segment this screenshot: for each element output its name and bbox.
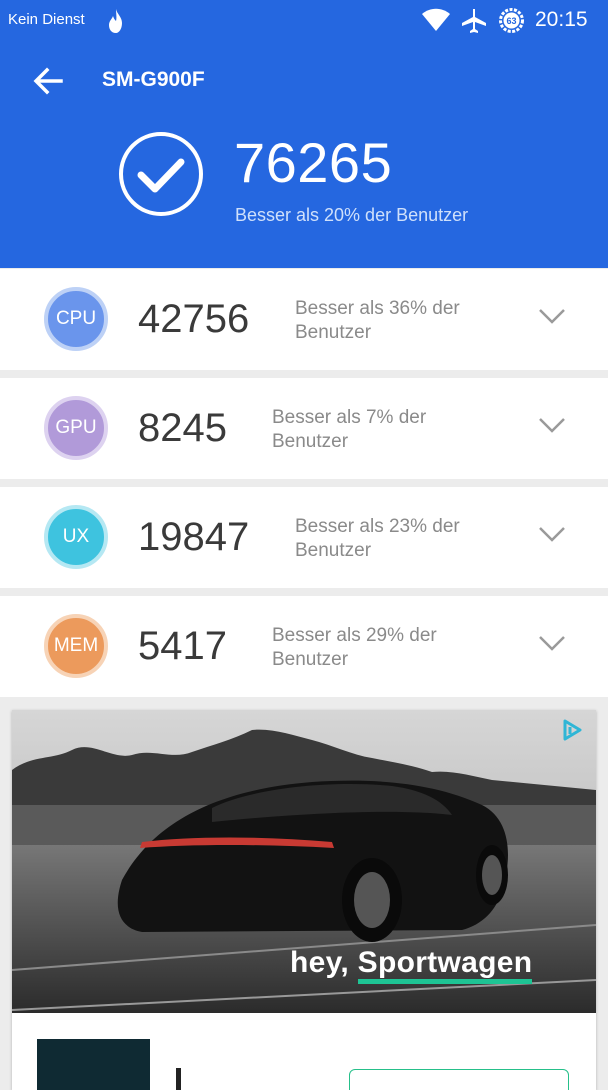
gpu-badge: GPU [44, 396, 108, 460]
ad-tagline-prefix: hey, [290, 946, 358, 979]
cpu-badge: CPU [44, 287, 108, 351]
score-row-cpu[interactable]: CPU 42756 Besser als 36% der Benutzer [0, 269, 608, 370]
wifi-icon [422, 8, 450, 31]
device-title: SM-G900F [102, 68, 205, 91]
ad-headline-glyph [176, 1068, 181, 1090]
score-row-mem[interactable]: MEM 5417 Besser als 29% der Benutzer [0, 596, 608, 697]
total-score: 76265 [234, 131, 393, 194]
mem-score: 5417 [138, 624, 227, 668]
chevron-down-icon[interactable] [538, 634, 566, 652]
cpu-score: 42756 [138, 297, 250, 341]
back-arrow-icon [33, 67, 63, 95]
carrier-label: Kein Dienst [8, 11, 85, 28]
chevron-down-icon[interactable] [538, 307, 566, 325]
chevron-down-icon[interactable] [538, 525, 566, 543]
cpu-percentile: Besser als 36% der Benutzer [295, 298, 460, 343]
mem-percentile: Besser als 29% der Benutzer [272, 625, 437, 670]
ux-score: 19847 [138, 515, 250, 559]
ad-tagline: hey, Sportwagen [290, 946, 533, 984]
app-header: Kein Dienst 63 20:15 SM-G900F 76265 Bess… [0, 0, 608, 268]
gpu-percentile: Besser als 7% der Benutzer [272, 407, 427, 452]
chevron-down-icon[interactable] [538, 416, 566, 434]
battery-level-text: 63 [506, 16, 516, 26]
gpu-score: 8245 [138, 406, 227, 450]
score-row-gpu[interactable]: GPU 8245 Besser als 7% der Benutzer [0, 378, 608, 479]
checkmark-circle-icon [119, 132, 203, 216]
status-bar: Kein Dienst 63 20:15 [0, 0, 608, 42]
ad-banner[interactable]: hey, Sportwagen [12, 710, 596, 1090]
status-time: 20:15 [535, 8, 588, 31]
ad-tagline-highlight: Sportwagen [357, 946, 533, 984]
airplane-mode-icon [462, 9, 486, 33]
ad-advertiser-logo [37, 1039, 150, 1090]
score-row-ux[interactable]: UX 19847 Besser als 23% der Benutzer [0, 487, 608, 588]
ux-badge: UX [44, 505, 108, 569]
total-score-subtitle: Besser als 20% der Benutzer [235, 205, 469, 225]
mem-badge: MEM [44, 614, 108, 678]
back-button[interactable] [28, 60, 68, 100]
battery-icon: 63 [499, 8, 524, 33]
flame-icon [109, 9, 122, 33]
ad-choices-icon[interactable] [560, 718, 584, 742]
ux-percentile: Besser als 23% der Benutzer [295, 516, 460, 561]
